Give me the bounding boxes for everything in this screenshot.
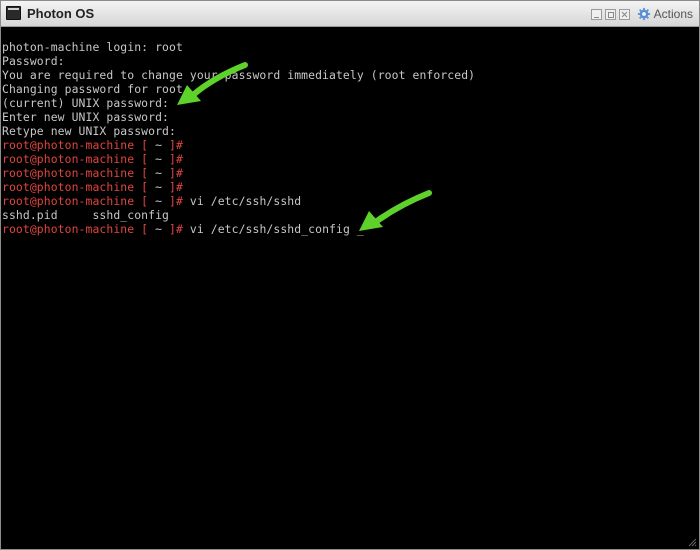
- actions-label: Actions: [653, 7, 693, 21]
- prompt-close-bracket: ]: [162, 194, 176, 208]
- prompt-user-host: root@photon-machine: [2, 194, 135, 208]
- prompt-hash: #: [175, 194, 183, 208]
- prompt-close-bracket: ]: [162, 222, 176, 236]
- close-icon[interactable]: [618, 8, 630, 20]
- title-bar[interactable]: Photon OS Actions: [1, 1, 699, 27]
- terminal-line: photon-machine login: root: [2, 40, 183, 54]
- prompt-hash: #: [175, 152, 183, 166]
- prompt-hash: #: [175, 166, 183, 180]
- active-prompt-line: root@photon-machine [ ~ ]# vi /etc/ssh/s…: [2, 222, 699, 236]
- prompt-user-host: root@photon-machine: [2, 222, 135, 236]
- prompt-open-bracket: [: [134, 222, 156, 236]
- shell-prompt-line: root@photon-machine [ ~ ]# vi /etc/ssh/s…: [2, 194, 699, 208]
- minimize-icon[interactable]: [590, 8, 602, 20]
- prompt-close-bracket: ]: [162, 180, 176, 194]
- terminal-screen[interactable]: photon-machine login: root Password: You…: [1, 27, 699, 549]
- terminal-line: Enter new UNIX password:: [2, 110, 169, 124]
- window-controls: Actions: [590, 5, 693, 23]
- prompt-close-bracket: ]: [162, 152, 176, 166]
- terminal-line: You are required to change your password…: [2, 68, 476, 82]
- prompt-open-bracket: [: [134, 194, 156, 208]
- prompt-path: ~: [155, 152, 163, 166]
- prompt-close-bracket: ]: [162, 138, 176, 152]
- prompt-open-bracket: [: [134, 180, 156, 194]
- prompt-open-bracket: [: [134, 138, 156, 152]
- prompt-close-bracket: ]: [162, 166, 176, 180]
- prompt-open-bracket: [: [134, 152, 156, 166]
- prompt-path: ~: [155, 222, 163, 236]
- prompt-hash: #: [175, 180, 183, 194]
- prompt-command: vi /etc/ssh/sshd: [182, 194, 302, 208]
- gear-icon: [637, 7, 650, 21]
- prompt-user-host: root@photon-machine: [2, 138, 135, 152]
- resize-grip-icon[interactable]: [687, 537, 697, 547]
- terminal-line: Password:: [2, 54, 65, 68]
- restore-icon[interactable]: [604, 8, 616, 20]
- shell-prompt-line: root@photon-machine [ ~ ]#: [2, 152, 699, 166]
- terminal-line: Changing password for root.: [2, 82, 190, 96]
- prompt-hash: #: [175, 222, 183, 236]
- prompt-command: vi /etc/ssh/sshd_config: [182, 222, 357, 236]
- prompt-path: ~: [155, 180, 163, 194]
- prompt-user-host: root@photon-machine: [2, 180, 135, 194]
- prompt-user-host: root@photon-machine: [2, 166, 135, 180]
- prompt-open-bracket: [: [134, 166, 156, 180]
- tab-completion-output: sshd.pid sshd_config: [2, 208, 169, 222]
- window-title: Photon OS: [27, 6, 95, 21]
- actions-menu-button[interactable]: Actions: [637, 7, 693, 21]
- prompt-path: ~: [155, 138, 163, 152]
- prompt-path: ~: [155, 194, 163, 208]
- prompt-path: ~: [155, 166, 163, 180]
- text-cursor: _: [356, 222, 364, 236]
- terminal-icon: [6, 6, 21, 20]
- shell-prompt-line: root@photon-machine [ ~ ]#: [2, 180, 699, 194]
- terminal-line: Retype new UNIX password:: [2, 124, 176, 138]
- vm-console-window: Photon OS Actions photon-machine login: …: [0, 0, 700, 550]
- prompt-hash: #: [175, 138, 183, 152]
- terminal-line: (current) UNIX password:: [2, 96, 169, 110]
- shell-prompt-line: root@photon-machine [ ~ ]#: [2, 138, 699, 152]
- shell-prompt-line: root@photon-machine [ ~ ]#: [2, 166, 699, 180]
- prompt-user-host: root@photon-machine: [2, 152, 135, 166]
